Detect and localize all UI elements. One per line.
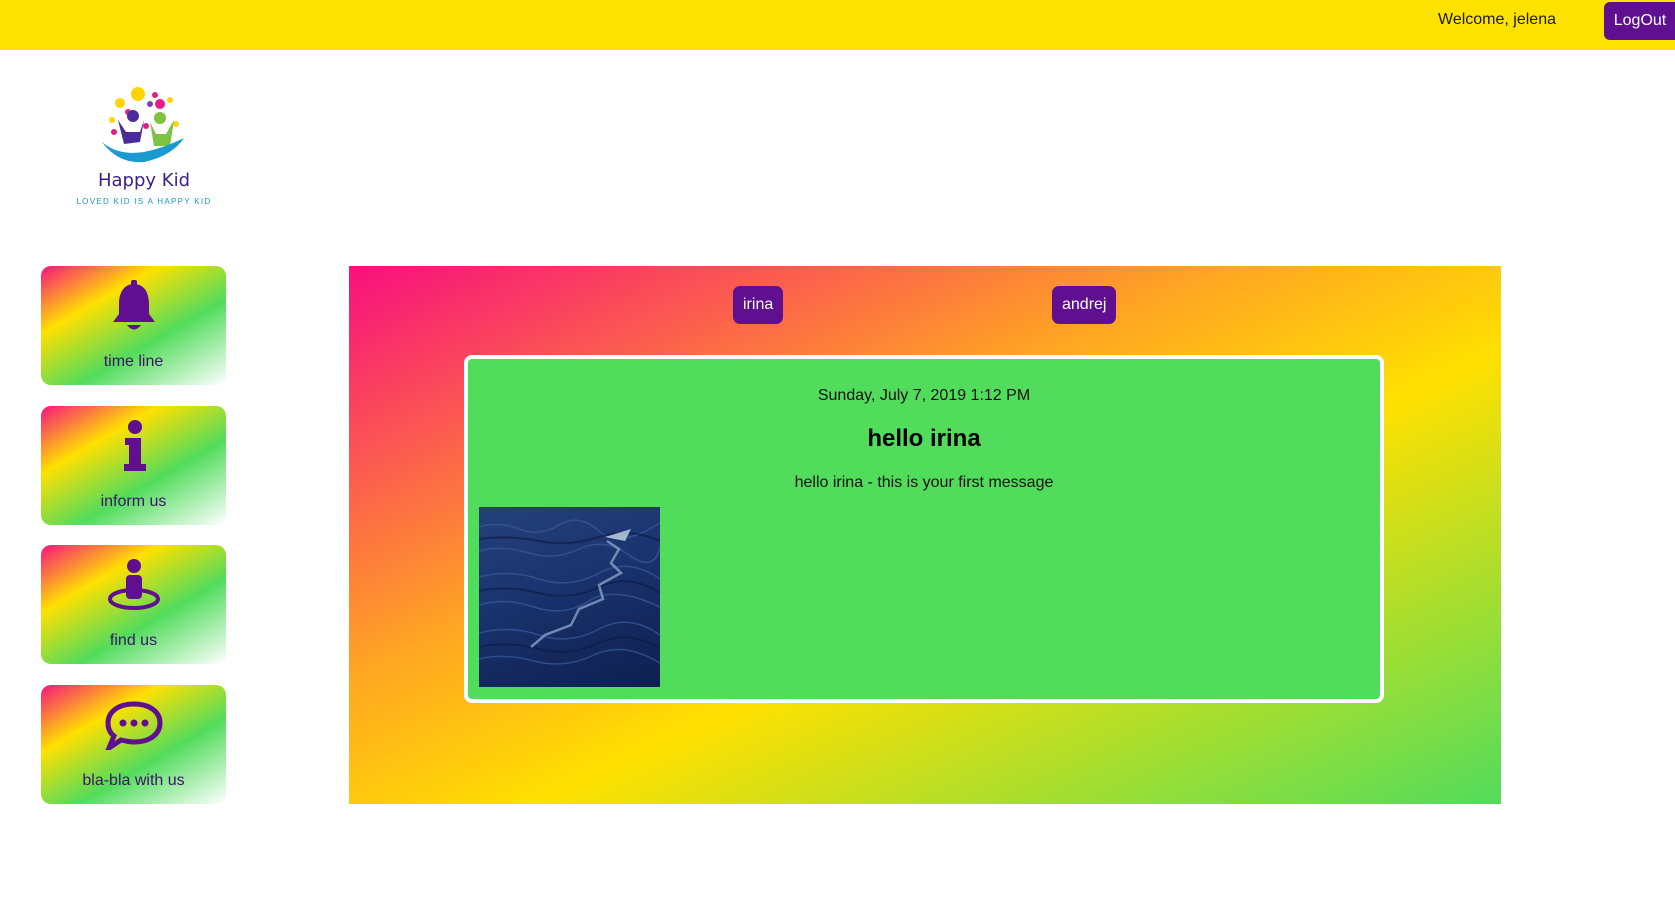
message-body: hello irina - this is your first message — [794, 474, 1054, 491]
logout-button[interactable]: LogOut — [1604, 2, 1675, 40]
logo-tagline: LOVED KID IS A HAPPY KID — [76, 197, 212, 206]
sidebar-item-label: time line — [103, 353, 164, 370]
happy-kid-logo-icon — [102, 87, 184, 163]
tab-andrej[interactable]: andrej — [1052, 286, 1116, 324]
message-title: hello irina — [867, 425, 981, 452]
message-date: Sunday, July 7, 2019 1:12 PM — [817, 387, 1031, 404]
logo[interactable]: Happy Kid LOVED KID IS A HAPPY KID — [70, 86, 218, 210]
bell-icon — [112, 280, 155, 330]
sidebar-item-find-us[interactable]: find us — [41, 545, 226, 664]
info-icon — [123, 420, 146, 471]
sidebar-item-label: bla-bla with us — [82, 772, 185, 789]
messages-panel: irina andrej Sunday, July 7, 2019 1:12 P… — [349, 266, 1501, 804]
sidebar-item-time-line[interactable]: time line — [41, 266, 226, 385]
sidebar-item-inform-us[interactable]: inform us — [41, 406, 226, 525]
message-card: Sunday, July 7, 2019 1:12 PM hello irina… — [464, 355, 1384, 703]
welcome-text: Welcome, jelena — [1438, 11, 1556, 28]
sidebar-item-label: find us — [109, 632, 158, 649]
message-image[interactable] — [479, 507, 660, 687]
chat-bubble-icon — [104, 701, 163, 750]
top-bar: Welcome, jelena LogOut — [0, 0, 1675, 50]
sidebar-item-bla-bla-with-us[interactable]: bla-bla with us — [41, 685, 226, 804]
sidebar-item-label: inform us — [100, 493, 167, 510]
water-photo — [479, 519, 660, 665]
location-person-icon — [107, 559, 160, 610]
logo-title: Happy Kid — [97, 170, 191, 191]
tab-irina[interactable]: irina — [733, 286, 783, 324]
